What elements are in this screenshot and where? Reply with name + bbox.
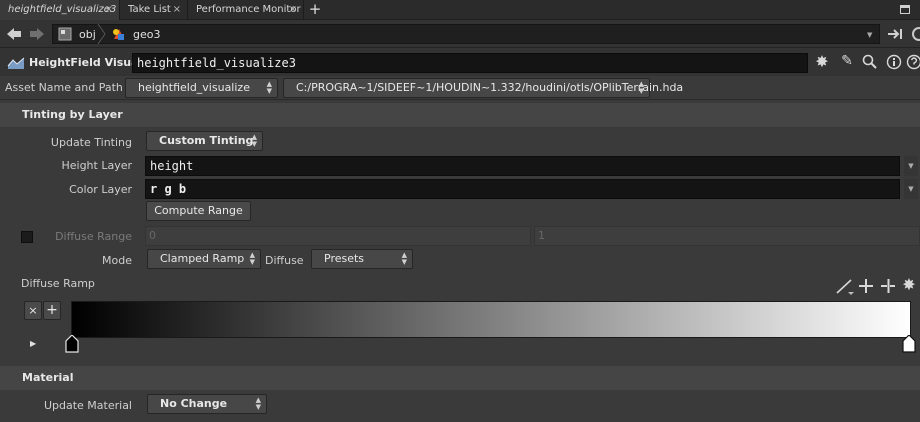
gear-icon[interactable]: ✸: [813, 52, 831, 71]
close-icon[interactable]: ×: [173, 0, 181, 20]
tab-label: Performance Monitor: [196, 4, 301, 15]
compute-range-button[interactable]: Compute Range: [146, 201, 251, 221]
heightfield-node-icon: [7, 57, 25, 69]
height-layer-label: Height Layer: [61, 159, 132, 172]
updown-arrow-icon: ▲ ▼: [251, 133, 257, 148]
update-tinting-dropdown[interactable]: Custom Tinting ▲ ▼: [146, 131, 263, 151]
tab-label: Take List: [128, 4, 171, 15]
forward-arrow-icon[interactable]: [29, 27, 45, 41]
presets-dropdown[interactable]: Presets ▲ ▼: [311, 249, 413, 269]
diffuse-range-max-field[interactable]: 1: [534, 226, 920, 246]
path-geo[interactable]: geo3: [133, 28, 160, 41]
presets-value: Presets: [324, 252, 365, 265]
brush-icon[interactable]: ✎: [838, 53, 856, 69]
height-layer-menu-icon[interactable]: ▼: [904, 156, 918, 176]
split-point-icon[interactable]: [880, 278, 896, 294]
maximize-icon[interactable]: [900, 5, 910, 14]
path-field[interactable]: obj geo3 ▼: [52, 24, 880, 44]
updown-arrow-icon: ▲ ▼: [249, 251, 255, 266]
updown-arrow-icon: ▲ ▼: [638, 80, 644, 95]
tab-label: heightfield_visualize3: [8, 4, 117, 15]
color-layer-menu-icon[interactable]: ▼: [904, 179, 918, 199]
mode-label: Mode: [102, 254, 132, 267]
diffuse-ramp-gradient[interactable]: [71, 301, 911, 338]
tab-heightfield-visualize3[interactable]: heightfield_visualize3 ×: [0, 0, 120, 20]
color-layer-field[interactable]: r g b: [145, 179, 900, 199]
update-tinting-label: Update Tinting: [50, 136, 132, 149]
update-material-dropdown[interactable]: No Change ▲ ▼: [147, 394, 267, 414]
height-layer-field[interactable]: height: [145, 156, 900, 176]
ramp-interpolation-icon[interactable]: [836, 279, 854, 295]
ramp-gear-icon[interactable]: ✸: [900, 275, 918, 294]
pin-icon[interactable]: [888, 28, 904, 40]
updown-arrow-icon: ▲ ▼: [401, 251, 407, 266]
update-material-value: No Change: [160, 397, 228, 410]
expand-arrow-icon[interactable]: ▶: [30, 339, 36, 348]
asset-path-dropdown[interactable]: C:/PROGRA~1/SIDEEF~1/HOUDIN~1.332/houdin…: [283, 78, 683, 98]
info-icon[interactable]: [886, 54, 902, 70]
path-bar: obj geo3 ▼: [0, 20, 920, 48]
ramp-key-start[interactable]: [64, 335, 80, 353]
asset-name-dropdown[interactable]: heightfield_visualize ▲ ▼: [125, 78, 278, 98]
path-separator-icon: [97, 24, 106, 44]
mode-value: Clamped Ramp: [160, 252, 245, 265]
link-icon[interactable]: [910, 26, 920, 42]
node-header: HeightField Visualize heightfield_visual…: [0, 48, 920, 76]
updown-arrow-icon: ▲ ▼: [266, 80, 272, 95]
add-tab-button[interactable]: +: [308, 0, 322, 19]
diffuse-range-min-field[interactable]: 0: [145, 226, 531, 246]
section-tinting-by-layer[interactable]: Tinting by Layer: [0, 103, 920, 127]
updown-arrow-icon: ▲ ▼: [255, 396, 261, 411]
section-title: Tinting by Layer: [22, 108, 123, 121]
geo-node-icon: [113, 29, 124, 40]
asset-row: Asset Name and Path heightfield_visualiz…: [0, 76, 920, 100]
ramp-key-end[interactable]: [901, 335, 917, 353]
back-arrow-icon[interactable]: [6, 27, 22, 41]
ramp-remove-point-button[interactable]: ×: [24, 301, 42, 320]
asset-label: Asset Name and Path: [5, 81, 123, 94]
asset-path-value: C:/PROGRA~1/SIDEEF~1/HOUDIN~1.332/houdin…: [296, 81, 684, 94]
tab-performance-monitor[interactable]: Performance Monitor ×: [188, 0, 304, 20]
color-layer-label: Color Layer: [69, 183, 132, 196]
section-title: Material: [22, 371, 74, 384]
node-name-field[interactable]: heightfield_visualize3: [132, 53, 808, 73]
move-point-icon[interactable]: [858, 278, 874, 294]
path-dropdown-icon[interactable]: ▼: [867, 31, 872, 39]
tab-bar: heightfield_visualize3 × Take List × Per…: [0, 0, 920, 20]
mode-dropdown[interactable]: Clamped Ramp ▲ ▼: [147, 249, 261, 269]
tab-take-list[interactable]: Take List ×: [120, 0, 188, 20]
help-icon[interactable]: [906, 54, 920, 70]
path-obj[interactable]: obj: [79, 28, 96, 41]
section-material[interactable]: Material: [0, 366, 920, 390]
search-icon[interactable]: [862, 54, 878, 70]
update-material-label: Update Material: [43, 399, 132, 412]
asset-name-value: heightfield_visualize: [138, 81, 250, 94]
diffuse-range-label: Diffuse Range: [55, 230, 132, 243]
close-icon[interactable]: ×: [105, 0, 113, 20]
ramp-add-point-button[interactable]: +: [43, 301, 61, 320]
obj-network-icon: [58, 27, 72, 41]
diffuse-ramp-label: Diffuse Ramp: [21, 277, 95, 290]
update-tinting-value: Custom Tinting: [159, 134, 254, 147]
close-icon[interactable]: ×: [289, 0, 297, 20]
diffuse-label: Diffuse: [265, 254, 304, 267]
